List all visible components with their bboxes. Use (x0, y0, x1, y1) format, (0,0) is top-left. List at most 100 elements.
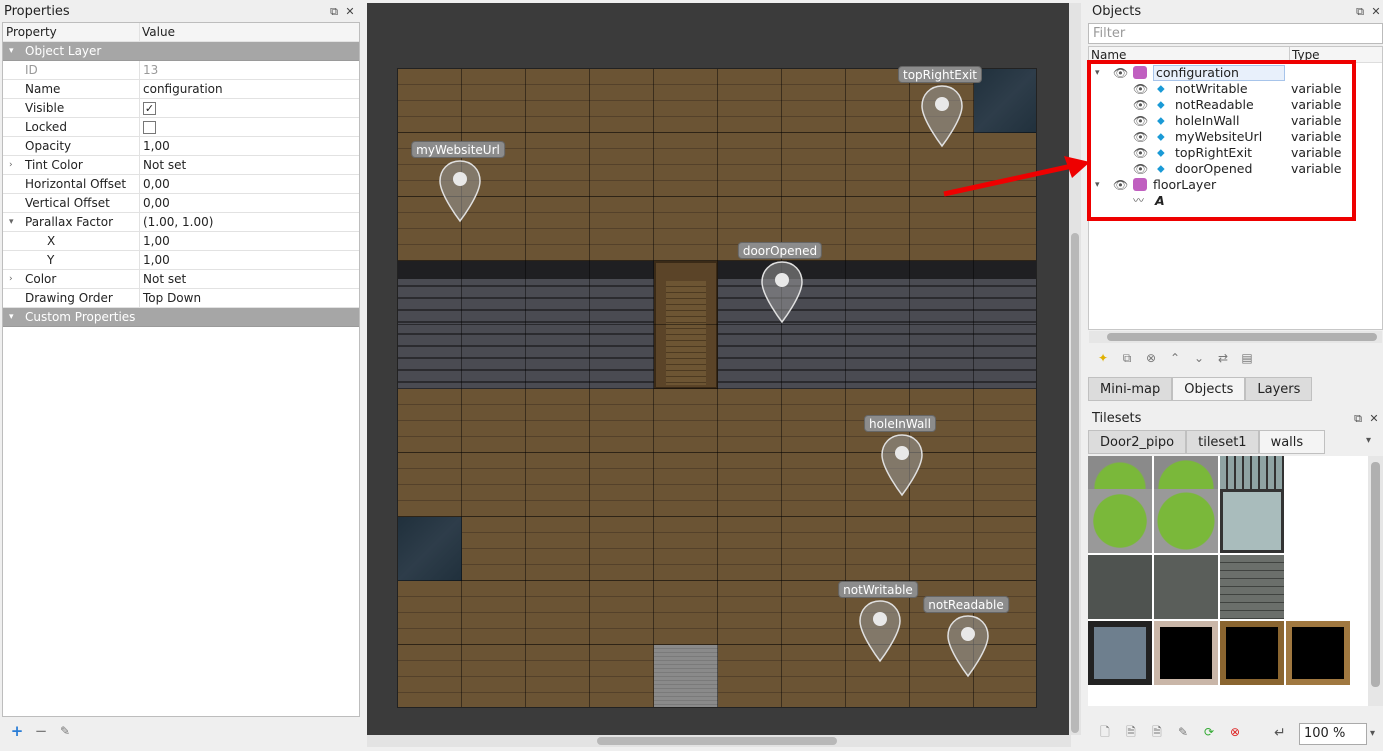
delete-icon[interactable]: ⊗ (1144, 351, 1158, 365)
tab-door2-pipo[interactable]: Door2_pipo (1088, 430, 1187, 454)
property-column-header[interactable]: Property (3, 23, 140, 42)
float-icon[interactable]: ⧉ (1352, 413, 1364, 425)
close-icon[interactable]: ✕ (344, 6, 356, 18)
object-label[interactable]: myWebsiteUrl (411, 141, 505, 158)
property-value[interactable]: 1,00 (143, 251, 170, 270)
property-value[interactable]: 0,00 (143, 175, 170, 194)
rename-property-icon[interactable]: ✎ (58, 724, 72, 738)
property-value[interactable]: Not set (143, 270, 186, 289)
move-to-layer-icon[interactable]: ⇄ (1216, 351, 1230, 365)
property-row[interactable]: ID 13 (3, 61, 359, 80)
object-label[interactable]: topRightExit (898, 66, 982, 83)
object-label[interactable]: doorOpened (737, 242, 823, 259)
remove-tileset-icon[interactable]: ⊗ (1228, 725, 1242, 739)
object-label[interactable]: notReadable (923, 596, 1009, 613)
float-icon[interactable]: ⧉ (328, 6, 340, 18)
tile-window[interactable] (1286, 621, 1350, 685)
property-row[interactable]: Name configuration (3, 80, 359, 99)
map-horizontal-scrollbar[interactable] (367, 735, 1071, 747)
property-checkbox[interactable]: ✓ (143, 99, 156, 118)
property-row[interactable]: › Color Not set (3, 270, 359, 289)
tile-window[interactable] (1088, 621, 1152, 685)
tile-grass[interactable] (1088, 489, 1152, 553)
property-row[interactable]: ▾ Custom Properties (3, 308, 359, 327)
swap-tiles-icon[interactable]: ⟳ (1202, 725, 1216, 739)
tab-layers[interactable]: Layers (1245, 377, 1313, 401)
property-value[interactable]: 1,00 (143, 137, 170, 156)
property-row[interactable]: Opacity 1,00 (3, 137, 359, 156)
close-icon[interactable]: ✕ (1368, 413, 1380, 425)
duplicate-icon[interactable]: ⧉ (1120, 351, 1134, 365)
object-pin-icon[interactable] (858, 599, 902, 663)
object-label[interactable]: notWritable (838, 581, 918, 598)
property-name: Visible (3, 99, 140, 118)
tile-window[interactable] (1154, 621, 1218, 685)
property-row[interactable]: Drawing Order Top Down (3, 289, 359, 308)
tabs-dropdown-icon[interactable]: ▾ (1366, 435, 1371, 446)
move-up-icon[interactable]: ⌃ (1168, 351, 1182, 365)
property-row[interactable]: Horizontal Offset 0,00 (3, 175, 359, 194)
objects-tabbar: Mini-map Objects Layers (1088, 377, 1313, 401)
tileset-vertical-scrollbar[interactable] (1368, 456, 1383, 706)
checkbox[interactable] (143, 121, 156, 134)
map-vertical-scrollbar[interactable] (1069, 3, 1081, 735)
horizontal-scroll-thumb[interactable] (597, 737, 837, 745)
float-icon[interactable]: ⧉ (1354, 6, 1366, 18)
property-row[interactable]: Vertical Offset 0,00 (3, 194, 359, 213)
tile-fence[interactable] (1220, 489, 1284, 553)
filter-input[interactable]: Filter (1088, 23, 1383, 44)
property-value[interactable]: 13 (143, 61, 158, 80)
property-row[interactable]: › Tint Color Not set (3, 156, 359, 175)
property-value[interactable]: 0,00 (143, 194, 170, 213)
property-row[interactable]: ▾ Parallax Factor (1.00, 1.00) (3, 213, 359, 232)
object-pin-icon[interactable] (880, 433, 924, 497)
object-pin-icon[interactable] (760, 260, 804, 324)
property-checkbox[interactable] (143, 118, 156, 137)
properties-icon[interactable]: ▤ (1240, 351, 1254, 365)
property-name: Tint Color (3, 156, 140, 175)
export-tileset-icon[interactable]: 🗎 (1150, 725, 1164, 739)
property-row[interactable]: Locked (3, 118, 359, 137)
dynamic-wrapping-icon[interactable]: ↵ (1274, 725, 1286, 741)
new-layer-icon[interactable]: ✦ (1096, 351, 1110, 365)
property-row[interactable]: X 1,00 (3, 232, 359, 251)
checkbox[interactable]: ✓ (143, 102, 156, 115)
zoom-dropdown-icon[interactable]: ▾ (1370, 728, 1375, 739)
new-tileset-icon[interactable]: 🗋 (1098, 725, 1112, 739)
add-property-icon[interactable]: + (10, 724, 24, 739)
scroll-thumb[interactable] (1107, 333, 1377, 341)
value-column-header[interactable]: Value (142, 23, 175, 42)
tilesets-toolbar: 🗋 🗎 🗎 ✎ ⟳ ⊗ (1098, 725, 1242, 739)
tile-brick[interactable] (1220, 555, 1284, 619)
property-row[interactable]: Y 1,00 (3, 251, 359, 270)
move-down-icon[interactable]: ⌄ (1192, 351, 1206, 365)
object-pin-icon[interactable] (438, 159, 482, 223)
edit-tileset-icon[interactable]: ✎ (1176, 725, 1190, 739)
close-icon[interactable]: ✕ (1370, 6, 1382, 18)
zoom-combobox[interactable]: 100 % (1299, 723, 1367, 745)
tileset-grid[interactable] (1088, 456, 1368, 706)
tile-stone[interactable] (1088, 555, 1152, 619)
tile-grass[interactable] (1154, 489, 1218, 553)
vertical-scroll-thumb[interactable] (1071, 233, 1079, 733)
tile-stone[interactable] (1154, 555, 1218, 619)
tab-minimap[interactable]: Mini-map (1088, 377, 1173, 401)
object-pin-icon[interactable] (920, 84, 964, 148)
property-row[interactable]: ▾ Object Layer (3, 42, 359, 61)
scroll-thumb[interactable] (1371, 462, 1380, 687)
objects-horizontal-scrollbar[interactable] (1089, 331, 1382, 343)
embed-tileset-icon[interactable]: 🗎 (1124, 725, 1138, 739)
property-value[interactable]: Not set (143, 156, 186, 175)
property-value[interactable]: (1.00, 1.00) (143, 213, 213, 232)
property-value[interactable]: configuration (143, 80, 223, 99)
object-pin-icon[interactable] (946, 614, 990, 678)
tile-window[interactable] (1220, 621, 1284, 685)
property-value[interactable]: 1,00 (143, 232, 170, 251)
remove-property-icon[interactable]: − (34, 724, 48, 739)
tab-walls[interactable]: walls (1258, 430, 1325, 454)
tab-tileset1[interactable]: tileset1 (1186, 430, 1259, 454)
object-label[interactable]: holeInWall (864, 415, 936, 432)
property-value[interactable]: Top Down (143, 289, 201, 308)
tab-objects[interactable]: Objects (1172, 377, 1246, 401)
property-row[interactable]: Visible ✓ (3, 99, 359, 118)
